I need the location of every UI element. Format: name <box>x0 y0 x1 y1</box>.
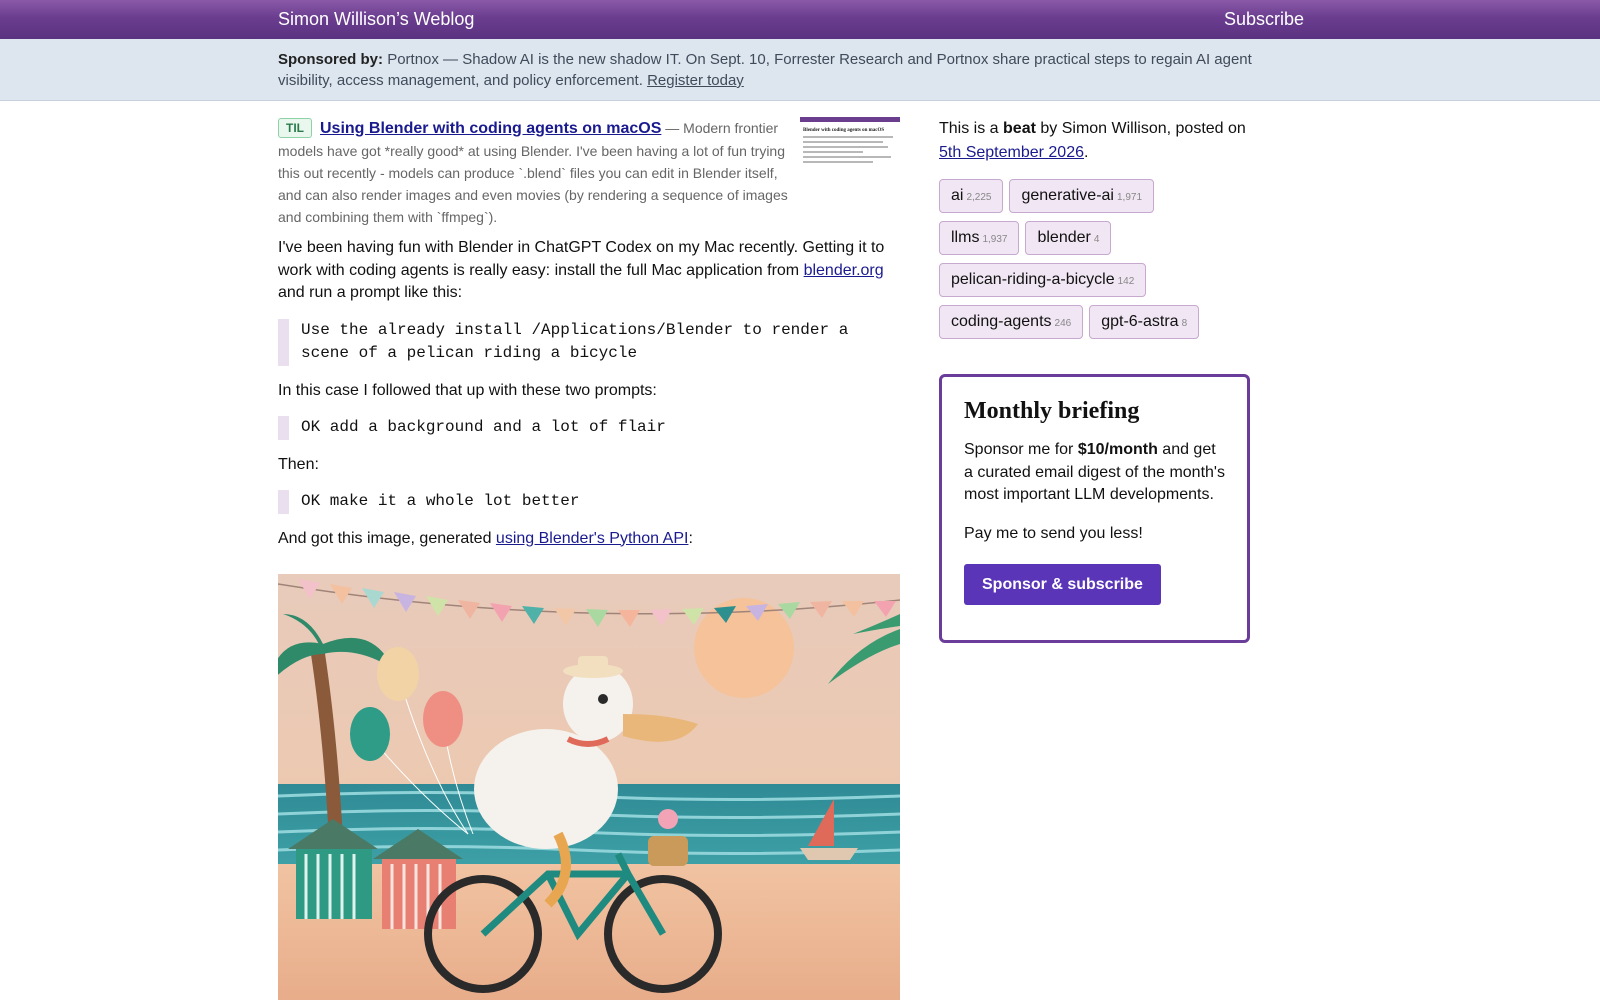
tag-name: generative-ai <box>1021 187 1114 204</box>
post-date-link[interactable]: 5th September 2026 <box>939 144 1084 161</box>
site-header: Simon Willison’s Weblog Subscribe <box>0 0 1600 39</box>
sponsor-banner: Sponsored by: Portnox — Shadow AI is the… <box>0 39 1600 101</box>
tag-count: 4 <box>1093 234 1100 245</box>
image-intro-colon: : <box>688 529 693 547</box>
tag-name: gpt-6-astra <box>1101 313 1179 330</box>
prompt-quote-1: Use the already install /Applications/Bl… <box>278 318 900 366</box>
sidebar: This is a beat by Simon Willison, posted… <box>939 117 1279 347</box>
briefing-description: Sponsor me for $10/month and get a curat… <box>964 439 1225 507</box>
briefing-title: Monthly briefing <box>964 398 1140 424</box>
tag-name: llms <box>951 229 980 246</box>
tag-count: 2,225 <box>966 192 992 203</box>
briefing-price: $10/month <box>1077 441 1158 458</box>
tag-count: 1,971 <box>1116 192 1143 203</box>
thumbnail-line <box>803 141 883 143</box>
paragraph-then: Then: <box>278 455 319 473</box>
register-today-link[interactable]: Register today <box>647 72 744 89</box>
tag-pelican-riding-a-bicycle[interactable]: pelican-riding-a-bicycle 142 <box>939 263 1147 297</box>
tag-count: 1,937 <box>982 234 1008 245</box>
paragraph-image-intro: And got this image, generated using Blen… <box>278 528 900 551</box>
tag-coding-agents[interactable]: coding-agents 246 <box>939 305 1084 339</box>
tag-gpt-6-astra[interactable]: gpt-6-astra 8 <box>1089 305 1200 339</box>
thumbnail-line <box>803 136 893 138</box>
tag-llms[interactable]: llms 1,937 <box>939 221 1020 255</box>
til-entry: TIL Using Blender with coding agents on m… <box>278 117 900 229</box>
beat-info: This is a beat by Simon Willison, posted… <box>939 117 1279 164</box>
pelican-illustration <box>278 574 900 1000</box>
pelican-render-image <box>278 574 900 1000</box>
thumbnail-line <box>803 161 873 163</box>
tag-list: ai 2,225 generative-ai 1,971 llms 1,937 blend… <box>939 179 1279 347</box>
python-api-link[interactable]: using Blender's Python API <box>496 530 689 547</box>
til-thumbnail-title: Blender with coding agents on macOS <box>803 128 885 133</box>
intro-text: I've been having fun with Blender in Cha… <box>278 239 885 279</box>
beat-text: This is a <box>939 120 1004 137</box>
sponsor-label: Sponsored by: <box>278 51 384 68</box>
til-text: TIL Using Blender with coding agents on m… <box>278 117 788 228</box>
til-badge: TIL <box>278 118 312 138</box>
paragraph-intro: I've been having fun with Blender in Cha… <box>278 237 900 305</box>
tag-count: 142 <box>1117 276 1135 287</box>
thumbnail-line <box>803 151 863 153</box>
briefing-text: Sponsor me for <box>964 441 1078 458</box>
image-intro-text: And got this image, generated <box>278 529 496 547</box>
blender-org-link[interactable]: blender.org <box>804 262 884 279</box>
sponsor-text: Portnox — Shadow AI is the new shadow IT… <box>278 51 1252 89</box>
prompt-quote-2: OK add a background and a lot of flair <box>278 416 900 440</box>
tag-name: ai <box>951 187 964 204</box>
tag-blender[interactable]: blender 4 <box>1025 221 1112 255</box>
tag-name: pelican-riding-a-bicycle <box>951 271 1115 288</box>
thumbnail-line <box>803 156 891 158</box>
beat-text-2: by Simon Willison, posted on <box>1035 120 1246 137</box>
balloon-coral <box>423 691 463 747</box>
tag-generative-ai[interactable]: generative-ai 1,971 <box>1009 179 1155 213</box>
beat-end: . <box>1084 143 1089 161</box>
beat-bold: beat <box>1003 120 1036 137</box>
sailboat-hull <box>800 848 858 860</box>
prompt-quote-3: OK make it a whole lot better <box>278 490 900 514</box>
monthly-briefing-box: Monthly briefing Sponsor me for $10/mont… <box>939 374 1250 643</box>
balloon-teal <box>350 707 390 761</box>
tag-count: 8 <box>1181 318 1188 329</box>
briefing-tagline: Pay me to send you less! <box>964 524 1143 542</box>
til-title-link[interactable]: Using Blender with coding agents on macO… <box>320 120 661 137</box>
til-thumbnail[interactable]: Blender with coding agents on macOS <box>800 117 900 185</box>
tag-name: coding-agents <box>951 313 1052 330</box>
sponsor-subscribe-button[interactable]: Sponsor & subscribe <box>964 564 1161 605</box>
subscribe-link[interactable]: Subscribe <box>1224 9 1304 30</box>
balloon-yellow <box>377 647 419 701</box>
tag-count: 246 <box>1054 318 1072 329</box>
tag-name: blender <box>1037 229 1091 246</box>
site-title-link[interactable]: Simon Willison’s Weblog <box>278 9 474 30</box>
main-content: TIL Using Blender with coding agents on m… <box>278 117 900 550</box>
sponsor-text-block: Sponsored by: Portnox — Shadow AI is the… <box>278 49 1278 91</box>
thumbnail-line <box>803 146 888 148</box>
intro-text-end: and run a prompt like this: <box>278 284 463 301</box>
tag-ai[interactable]: ai 2,225 <box>939 179 1004 213</box>
paragraph-followup: In this case I followed that up with the… <box>278 381 657 399</box>
